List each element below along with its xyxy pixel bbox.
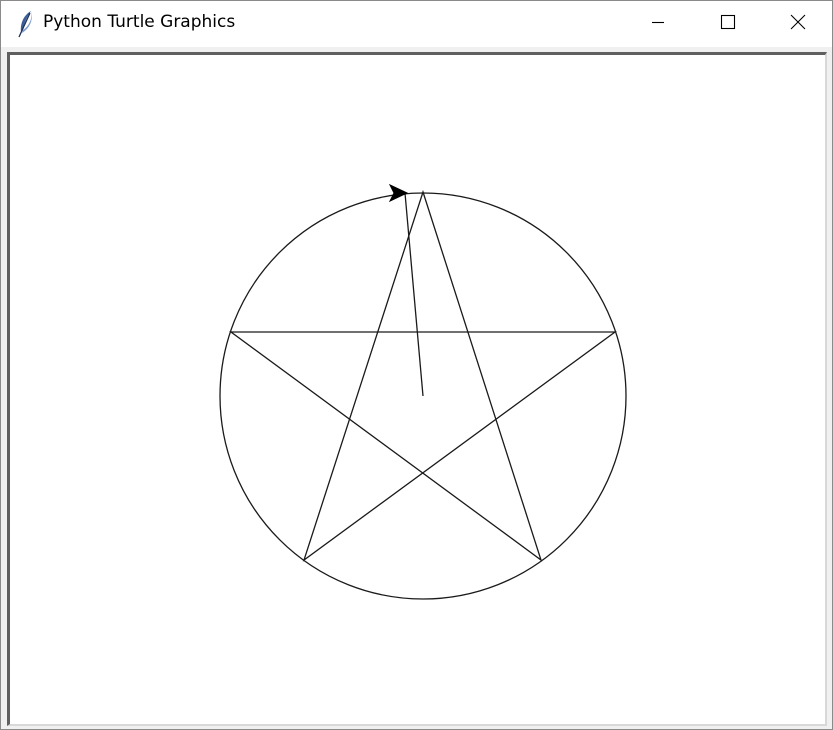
window-title: Python Turtle Graphics bbox=[43, 12, 236, 32]
drawing-surface bbox=[219, 183, 627, 600]
feather-icon bbox=[15, 10, 37, 38]
drawn-heading-line bbox=[404, 192, 424, 397]
maximize-button[interactable] bbox=[693, 1, 763, 47]
turtle-arrow bbox=[388, 183, 409, 203]
minimize-icon bbox=[650, 14, 666, 34]
drawn-pentagram bbox=[229, 189, 617, 562]
close-icon bbox=[790, 14, 806, 34]
maximize-icon bbox=[720, 14, 736, 34]
minimize-button[interactable] bbox=[623, 1, 693, 47]
close-button[interactable] bbox=[763, 1, 833, 47]
title-bar[interactable]: Python Turtle Graphics bbox=[1, 1, 832, 47]
turtle-canvas[interactable] bbox=[7, 52, 827, 726]
turtle-window: Python Turtle Graphics bbox=[0, 0, 833, 730]
